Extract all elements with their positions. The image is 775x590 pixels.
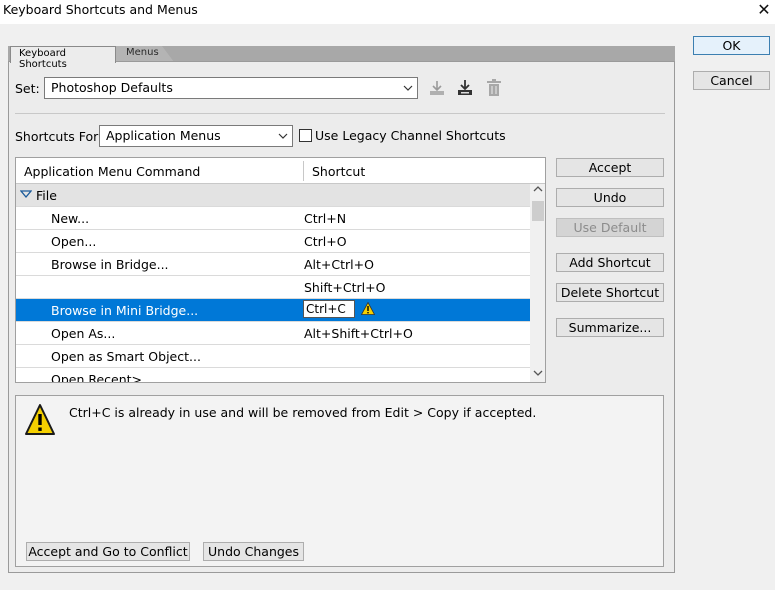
shortcuts-for-dropdown[interactable]: Application Menus [99, 125, 293, 147]
warning-icon [24, 403, 56, 437]
table-header: Application Menu Command Shortcut [16, 158, 545, 184]
row-shortcut[interactable]: Alt+Ctrl+O [304, 257, 374, 272]
table-row[interactable]: Browse in Bridge... Alt+Ctrl+O [16, 253, 530, 276]
close-icon[interactable]: ✕ [752, 0, 775, 22]
shortcuts-for-value: Application Menus [106, 128, 221, 143]
use-default-button[interactable]: Use Default [556, 218, 664, 237]
column-header-command[interactable]: Application Menu Command [24, 164, 200, 179]
trash-icon[interactable] [486, 79, 502, 97]
shortcut-edit-input[interactable]: Ctrl+C [303, 300, 355, 318]
table-row[interactable]: Open as Smart Object... [16, 345, 530, 368]
accept-and-go-to-conflict-button[interactable]: Accept and Go to Conflict [26, 542, 190, 561]
table-row[interactable]: Open Recent> [16, 368, 530, 383]
warning-icon [360, 301, 376, 318]
vertical-scrollbar[interactable] [530, 184, 545, 382]
window-title: Keyboard Shortcuts and Menus [3, 2, 198, 17]
row-command: Open Recent> [51, 372, 143, 383]
table-row-group-file[interactable]: File [16, 184, 530, 207]
row-command: Open as Smart Object... [51, 349, 201, 364]
row-command: Open As... [51, 326, 116, 341]
save-set-as-icon[interactable] [456, 79, 474, 97]
row-shortcut[interactable]: Alt+Shift+Ctrl+O [304, 326, 413, 341]
table-row[interactable]: New... Ctrl+N [16, 207, 530, 230]
row-shortcut[interactable]: Ctrl+O [304, 234, 347, 249]
ok-button[interactable]: OK [693, 36, 770, 55]
accept-button[interactable]: Accept [556, 158, 664, 177]
triangle-down-icon[interactable] [19, 188, 33, 203]
scroll-down-icon[interactable] [530, 368, 545, 382]
column-header-shortcut[interactable]: Shortcut [312, 164, 365, 179]
delete-shortcut-button[interactable]: Delete Shortcut [556, 283, 664, 302]
table-row[interactable]: Shift+Ctrl+O [16, 276, 530, 299]
scroll-thumb[interactable] [532, 201, 544, 221]
undo-changes-button[interactable]: Undo Changes [203, 542, 304, 561]
undo-button[interactable]: Undo [556, 188, 664, 207]
row-command: Browse in Bridge... [51, 257, 169, 272]
separator [15, 113, 665, 114]
shortcuts-table: Application Menu Command Shortcut File N… [15, 157, 546, 383]
row-command: Browse in Mini Bridge... [51, 303, 199, 318]
conflict-message-text: Ctrl+C is already in use and will be rem… [69, 405, 537, 420]
row-shortcut[interactable]: Shift+Ctrl+O [304, 280, 385, 295]
save-set-icon[interactable] [428, 79, 446, 97]
row-shortcut[interactable]: Ctrl+N [304, 211, 346, 226]
tab-keyboard-shortcuts[interactable]: Keyboard Shortcuts [10, 46, 116, 70]
set-dropdown[interactable]: Photoshop Defaults [44, 77, 418, 99]
legacy-channel-label: Use Legacy Channel Shortcuts [315, 128, 506, 143]
table-row[interactable]: Open As... Alt+Shift+Ctrl+O [16, 322, 530, 345]
table-row[interactable]: Open... Ctrl+O [16, 230, 530, 253]
legacy-channel-checkbox[interactable] [299, 129, 312, 142]
row-command: File [36, 188, 57, 203]
scroll-up-icon[interactable] [530, 184, 545, 198]
column-divider[interactable] [303, 161, 304, 181]
set-value: Photoshop Defaults [51, 80, 173, 95]
cancel-button[interactable]: Cancel [693, 71, 770, 90]
add-shortcut-button[interactable]: Add Shortcut [556, 253, 664, 272]
table-row-selected[interactable]: Browse in Mini Bridge... Ctrl+C [16, 299, 530, 322]
summarize-button[interactable]: Summarize... [556, 318, 664, 337]
shortcuts-for-label: Shortcuts For: [15, 129, 103, 144]
chevron-down-icon [403, 78, 413, 106]
chevron-down-icon [278, 126, 288, 154]
row-command: New... [51, 211, 90, 226]
set-label: Set: [15, 81, 40, 96]
row-command: Open... [51, 234, 97, 249]
